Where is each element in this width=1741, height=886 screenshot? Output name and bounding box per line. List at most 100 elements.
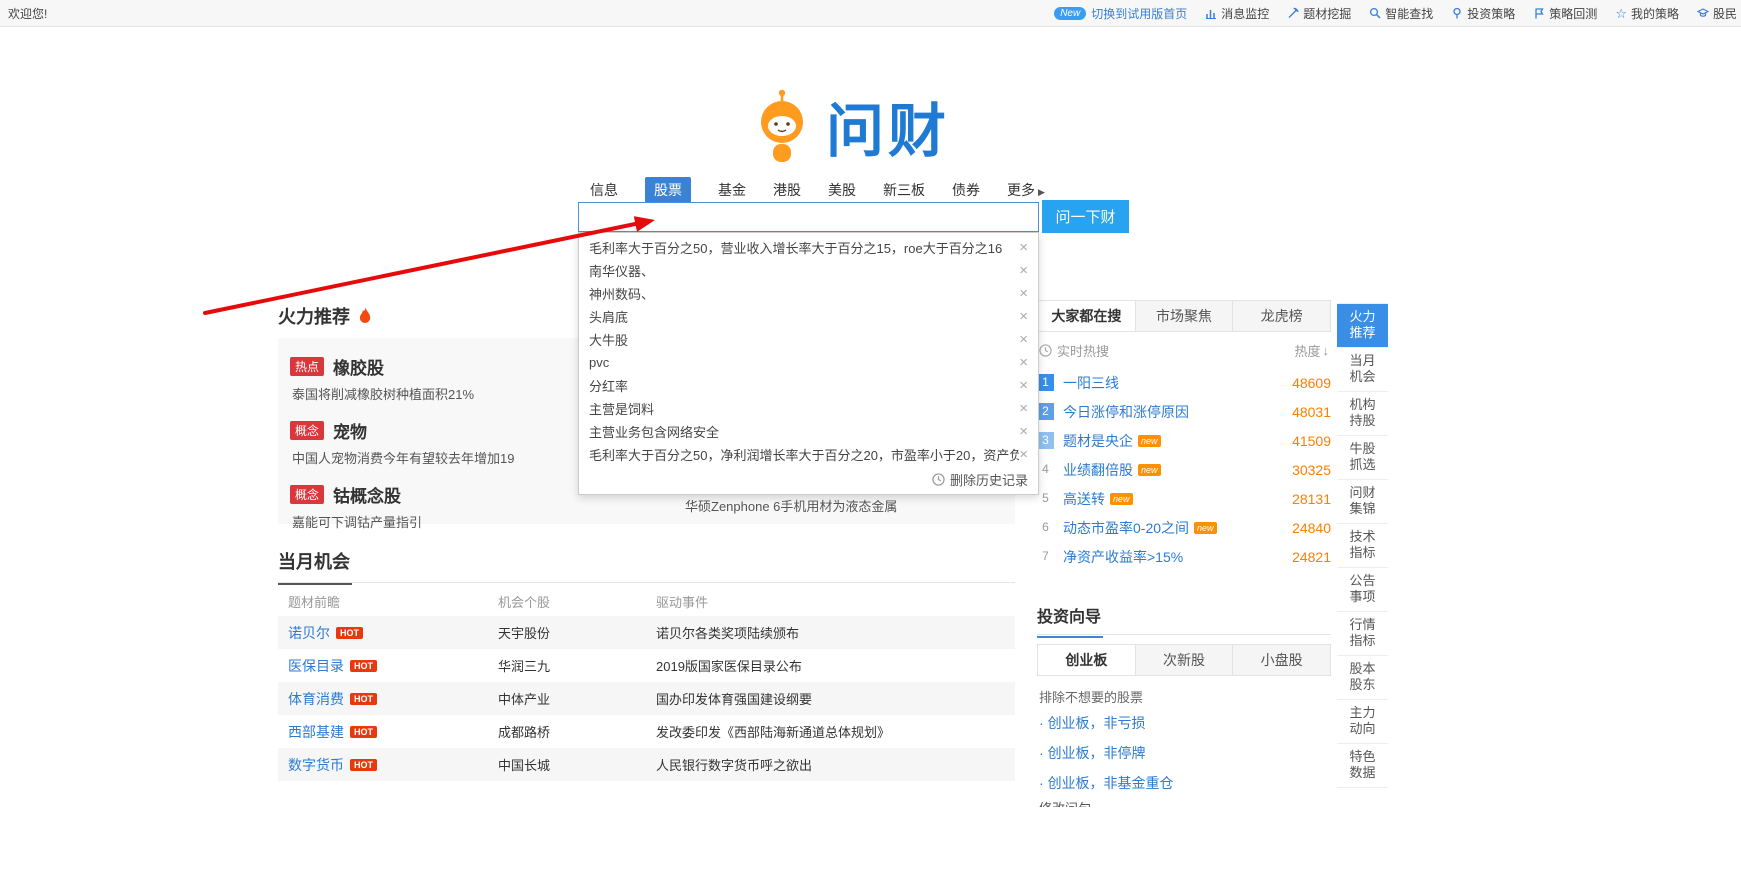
remove-history-icon[interactable] xyxy=(1019,309,1028,324)
remove-history-icon[interactable] xyxy=(1019,355,1028,370)
remove-history-icon[interactable] xyxy=(1019,447,1028,462)
clock-icon xyxy=(1039,344,1052,357)
tab-us-stock[interactable]: 美股 xyxy=(828,180,856,200)
history-text: 头肩底 xyxy=(589,307,628,326)
tab-more[interactable]: 更多 xyxy=(1007,180,1045,200)
hot-search-link[interactable]: 业绩翻倍股 xyxy=(1063,460,1133,480)
event-cell: 2019版国家医保目录公布 xyxy=(656,656,1015,675)
col-stock: 机会个股 xyxy=(498,592,656,611)
hot-search-link[interactable]: 一阳三线 xyxy=(1063,373,1119,393)
rail-item-quote-indicators[interactable]: 行情指标 xyxy=(1337,612,1388,656)
hot-item[interactable]: 概念 钴概念股 嘉能可下调钴产量指引 xyxy=(290,482,620,531)
tab-market-focus[interactable]: 市场聚焦 xyxy=(1135,301,1233,331)
hot-search-link[interactable]: 今日涨停和涨停原因 xyxy=(1063,402,1189,422)
rail-item-institution[interactable]: 机构持股 xyxy=(1337,392,1388,436)
history-item[interactable]: 分红率 xyxy=(579,374,1038,397)
theme-link[interactable]: 体育消费 xyxy=(288,691,344,707)
rail-item-label: 问财集锦 xyxy=(1349,485,1377,517)
hot-item-title: 橡胶股 xyxy=(333,354,384,379)
history-item[interactable]: 神州数码、 xyxy=(579,282,1038,305)
tab-hk-stock[interactable]: 港股 xyxy=(773,180,801,200)
hot-search-link[interactable]: 净资产收益率>15% xyxy=(1063,547,1183,567)
graduation-cap-icon xyxy=(1697,7,1709,19)
stock-cell: 成都路桥 xyxy=(498,722,656,741)
remove-history-icon[interactable] xyxy=(1019,263,1028,278)
rail-item-announcements[interactable]: 公告事项 xyxy=(1337,568,1388,612)
hot-badge: HOT xyxy=(350,759,377,771)
history-item[interactable]: 大牛股 xyxy=(579,328,1038,351)
tab-small-cap[interactable]: 小盘股 xyxy=(1232,645,1330,675)
theme-link[interactable]: 数字货币 xyxy=(288,757,344,773)
remove-history-icon[interactable] xyxy=(1019,401,1028,416)
topnav-smart-search[interactable]: 智能查找 xyxy=(1369,5,1433,22)
hot-item[interactable]: 热点 橡胶股 泰国将削减橡胶树种植面积21% xyxy=(290,354,620,403)
rail-item-main-force[interactable]: 主力动向 xyxy=(1337,700,1388,744)
tab-everyone-searching[interactable]: 大家都在搜 xyxy=(1038,301,1135,331)
star-icon: ☆ xyxy=(1615,7,1627,20)
history-item[interactable]: 毛利率大于百分之50，营业收入增长率大于百分之15，roe大于百分之16 xyxy=(579,236,1038,259)
guide-query-link[interactable]: 创业板，非基金重仓 xyxy=(1037,768,1331,798)
rank-badge: 6 xyxy=(1037,519,1054,536)
history-item[interactable]: 南华仪器、 xyxy=(579,259,1038,282)
rail-item-shareholders[interactable]: 股本股东 xyxy=(1337,656,1388,700)
hot-item-title: 宠物 xyxy=(333,418,367,443)
hot-badge: HOT xyxy=(350,726,377,738)
remove-history-icon[interactable] xyxy=(1019,286,1028,301)
theme-link[interactable]: 诺贝尔 xyxy=(288,625,330,641)
topnav-invest-strategy[interactable]: 投资策略 xyxy=(1451,5,1515,22)
topnav-message-monitor[interactable]: 消息监控 xyxy=(1205,5,1269,22)
rail-item-wencai-collection[interactable]: 问财集锦 xyxy=(1337,480,1388,524)
guide-query-link[interactable]: 创业板，非停牌 xyxy=(1037,738,1331,768)
guide-query-link[interactable]: 创业板，非亏损 xyxy=(1037,708,1331,738)
list-item: 5 高送转 new 28131 xyxy=(1037,484,1331,513)
clear-history-row[interactable]: 删除历史记录 xyxy=(579,466,1038,492)
tab-neeq[interactable]: 新三板 xyxy=(883,180,925,200)
topnav-my-strategy[interactable]: ☆ 我的策略 xyxy=(1615,5,1679,22)
tab-bond[interactable]: 债券 xyxy=(952,180,980,200)
theme-link[interactable]: 医保目录 xyxy=(288,658,344,674)
monthly-header: 当月机会 xyxy=(278,548,1015,583)
heat-value: 24840 xyxy=(1292,520,1331,536)
hot-search-panel: 大家都在搜 市场聚焦 龙虎榜 实时热搜 热度 1 一阳三线 48609 2 今日… xyxy=(1037,300,1331,571)
remove-history-icon[interactable] xyxy=(1019,240,1028,255)
tab-info[interactable]: 信息 xyxy=(590,180,618,200)
hot-search-link[interactable]: 题材是央企 xyxy=(1063,431,1133,451)
history-item[interactable]: 毛利率大于百分之50，净利润增长率大于百分之20，市盈率小于20，资产负 xyxy=(579,443,1038,466)
tab-more-label: 更多 xyxy=(1007,180,1035,200)
remove-history-icon[interactable] xyxy=(1019,332,1028,347)
clear-history-label: 删除历史记录 xyxy=(950,470,1028,489)
tab-fund[interactable]: 基金 xyxy=(718,180,746,200)
rail-item-monthly[interactable]: 当月机会 xyxy=(1337,348,1388,392)
ask-wencai-button[interactable]: 问一下财 xyxy=(1042,200,1129,233)
remove-history-icon[interactable] xyxy=(1019,424,1028,439)
history-item[interactable]: 主营业务包含网络安全 xyxy=(579,420,1038,443)
tab-chinext[interactable]: 创业板 xyxy=(1038,645,1135,675)
search-input[interactable] xyxy=(578,202,1039,232)
invest-guide-title: 投资向导 xyxy=(1037,603,1103,638)
theme-link[interactable]: 西部基建 xyxy=(288,724,344,740)
rail-item-bull-stocks[interactable]: 牛股抓选 xyxy=(1337,436,1388,480)
topnav-investor[interactable]: 股民 xyxy=(1697,5,1737,22)
stock-cell: 中体产业 xyxy=(498,689,656,708)
hot-search-link[interactable]: 动态市盈率0-20之间 xyxy=(1063,518,1189,538)
sort-by-heat[interactable]: 热度 xyxy=(1294,341,1329,360)
hot-search-link[interactable]: 高送转 xyxy=(1063,489,1105,509)
history-item[interactable]: 头肩底 xyxy=(579,305,1038,328)
remove-history-icon[interactable] xyxy=(1019,378,1028,393)
topnav-theme-mining[interactable]: 题材挖掘 xyxy=(1287,5,1351,22)
history-item[interactable]: 主营是饲料 xyxy=(579,397,1038,420)
history-item[interactable]: pvc xyxy=(579,351,1038,374)
hot-item[interactable]: 概念 宠物 中国人宠物消费今年有望较去年增加19 xyxy=(290,418,620,467)
topnav-strategy-backtest[interactable]: 策略回测 xyxy=(1533,5,1597,22)
rail-item-technical[interactable]: 技术指标 xyxy=(1337,524,1388,568)
tab-stock[interactable]: 股票 xyxy=(645,177,691,203)
switch-trial-link[interactable]: New 切换到试用版首页 xyxy=(1054,5,1187,22)
rail-item-label: 股本股东 xyxy=(1349,661,1377,693)
tab-dragon-tiger[interactable]: 龙虎榜 xyxy=(1232,301,1330,331)
event-cell: 发改委印发《西部陆海新通道总体规划》 xyxy=(656,722,1015,741)
rail-item-special-data[interactable]: 特色数据 xyxy=(1337,744,1388,788)
table-row: 西部基建 HOT 成都路桥 发改委印发《西部陆海新通道总体规划》 xyxy=(278,715,1015,748)
stock-cell: 天宇股份 xyxy=(498,623,656,642)
rail-item-hot-recommend[interactable]: 火力推荐 xyxy=(1337,304,1388,348)
tab-sub-new[interactable]: 次新股 xyxy=(1135,645,1233,675)
